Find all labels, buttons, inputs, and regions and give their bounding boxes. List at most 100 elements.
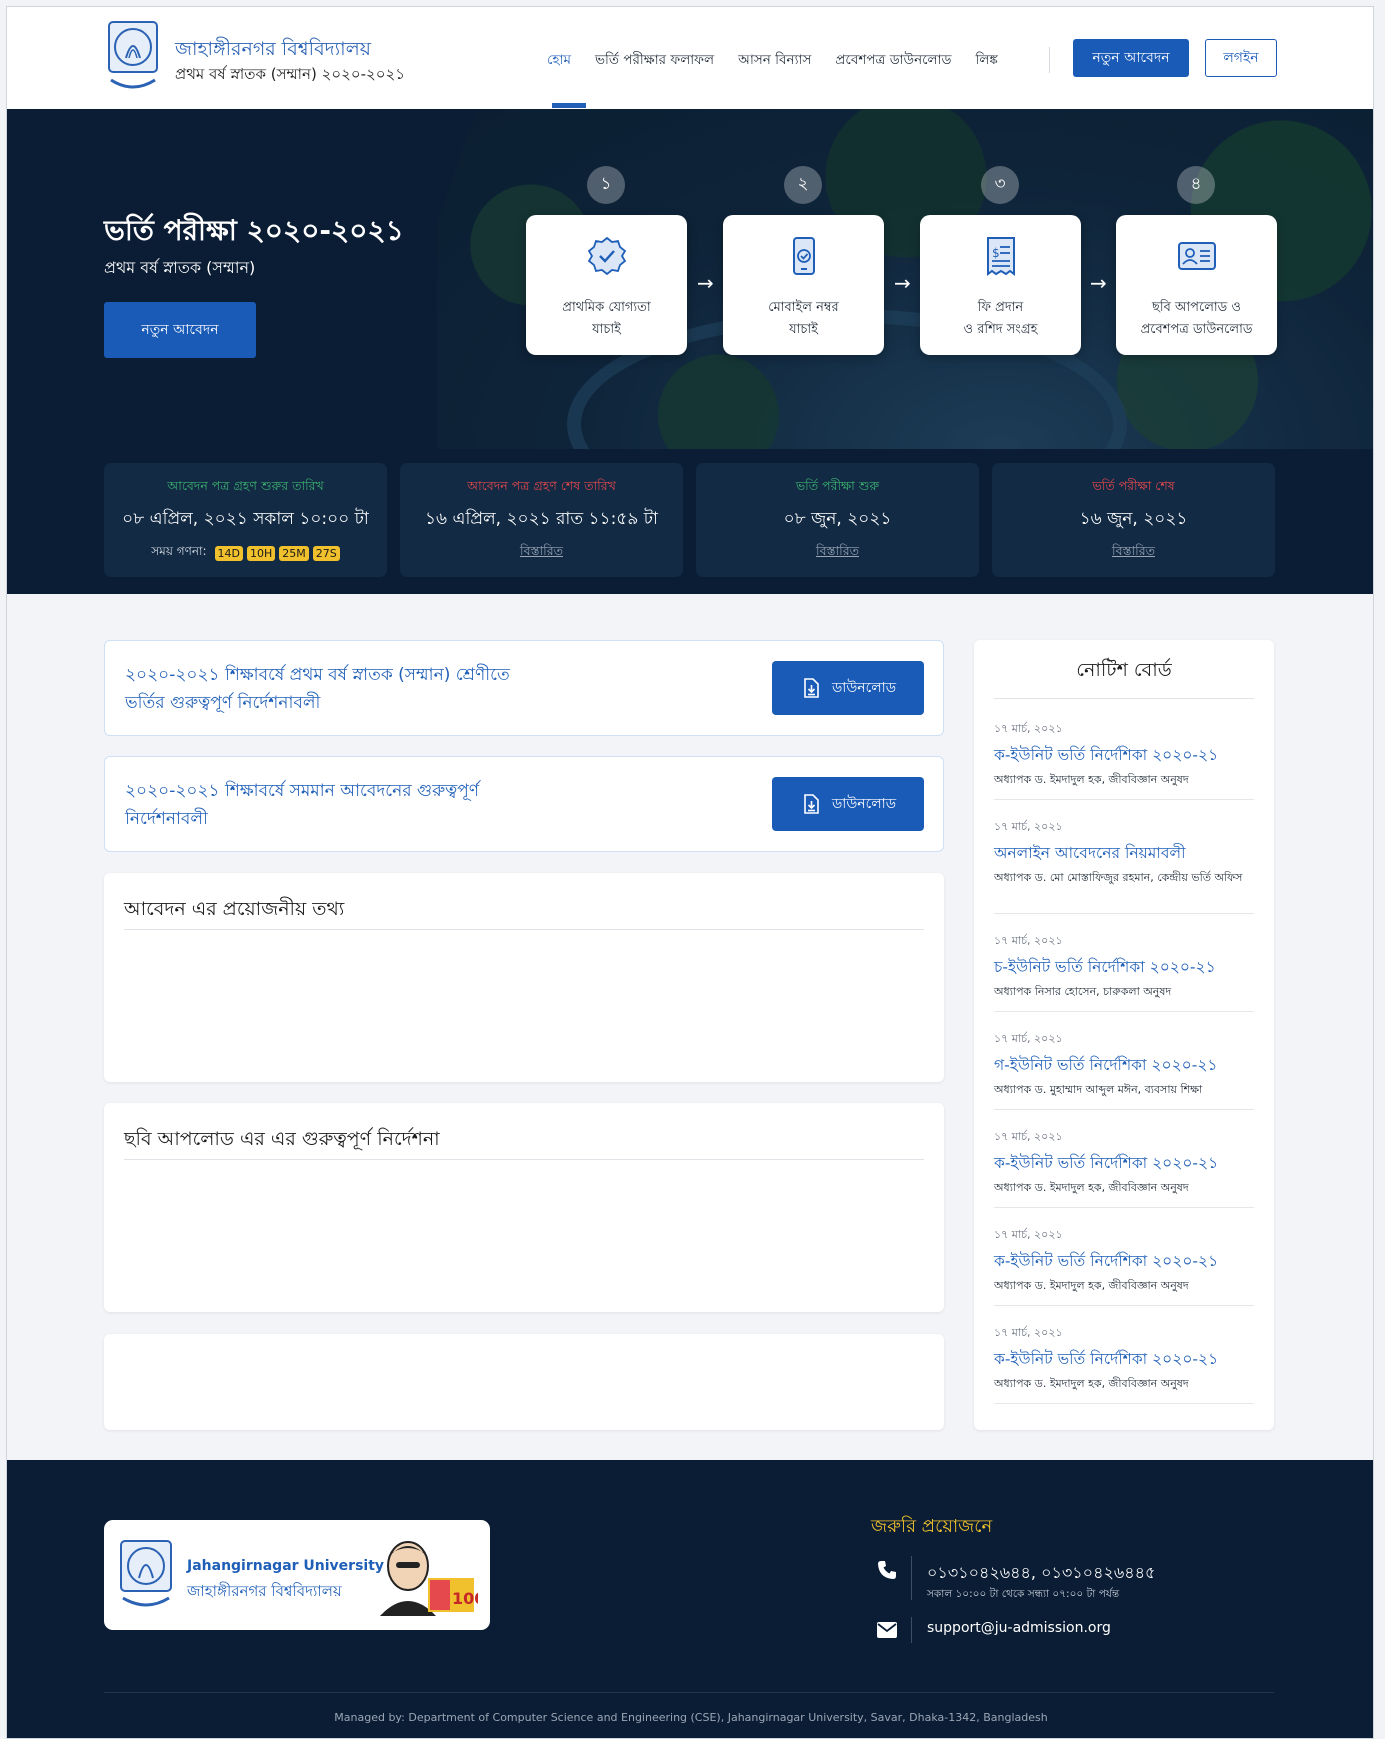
- notice-title[interactable]: ক-ইউনিট ভর্তি নির্দেশিকা ২০২০-২১: [994, 1151, 1254, 1177]
- notice-board-title: নোটিশ বোর্ড: [1076, 659, 1172, 681]
- hero-title: ভর্তি পরীক্ষা ২০২০-২০২১: [104, 214, 404, 247]
- footer-logo-box: Jahangirnagar University জাহাঙ্গীরনগর বি…: [104, 1520, 490, 1630]
- notice-title[interactable]: ক-ইউনিট ভর্তি নির্দেশিকা ২০২০-২১: [994, 1347, 1254, 1373]
- download-file-icon: [804, 794, 819, 814]
- divider: [994, 1011, 1254, 1012]
- date-label: আবেদন পত্র গ্রহণ শুরুর তারিখ: [167, 478, 324, 493]
- brand-subtitle: প্রথম বর্ষ স্নাতক (সম্মান) ২০২০-২০২১: [175, 65, 405, 83]
- download-title[interactable]: নির্দেশনাবলী: [125, 809, 208, 829]
- divider: [124, 929, 924, 930]
- notice-date: ১৭ মার্চ, ২০২১: [994, 1326, 1063, 1339]
- divider: [994, 1109, 1254, 1110]
- countdown-label: সময় গণনা:: [151, 544, 207, 558]
- divider: [994, 1207, 1254, 1208]
- countdown-hours: 10H: [246, 545, 276, 561]
- divider: [124, 1159, 924, 1160]
- nav-links[interactable]: লিঙ্ক: [975, 49, 997, 72]
- hero-diagonal: [357, 109, 477, 449]
- download-title[interactable]: ২০২০-২০২১ শিক্ষাবর্ষে প্রথম বর্ষ স্নাতক …: [125, 665, 510, 685]
- mobile-check-icon: [793, 237, 815, 275]
- date-card-exam-end: ভর্তি পরীক্ষা শেষ ১৬ জুন, ২০২১ বিস্তারিত: [992, 463, 1275, 577]
- notice-item[interactable]: ১৭ মার্চ, ২০২১ অনলাইন আবেদনের নিয়মাবলী …: [994, 818, 1254, 914]
- svg-text:$: $: [992, 246, 1000, 260]
- date-card-apply-end: আবেদন পত্র গ্রহণ শেষ তারিখ ১৬ এপ্রিল, ২০…: [400, 463, 683, 577]
- new-application-button[interactable]: নতুন আবেদন: [1073, 39, 1189, 77]
- download-button[interactable]: ডাউনলোড: [772, 661, 924, 715]
- notice-date: ১৭ মার্চ, ২০২১: [994, 934, 1063, 947]
- countdown-days: 14D: [214, 545, 243, 561]
- notice-title[interactable]: অনলাইন আবেদনের নিয়মাবলী: [994, 841, 1254, 867]
- footer-logo-bn: জাহাঙ্গীরনগর বিশ্ববিদ্যালয়: [187, 1582, 342, 1600]
- notice-item[interactable]: ১৭ মার্চ, ২০২১ চ-ইউনিট ভর্তি নির্দেশিকা …: [994, 932, 1254, 1012]
- notice-date: ১৭ মার্চ, ২০২১: [994, 1228, 1063, 1241]
- step-number: ২: [784, 166, 822, 204]
- notice-item[interactable]: ১৭ মার্চ, ২০২১ ক-ইউনিট ভর্তি নির্দেশিকা …: [994, 1128, 1254, 1208]
- step-card-fee[interactable]: $ ফি প্রদান ও রশিদ সংগ্রহ: [920, 215, 1081, 355]
- footer: Jahangirnagar University জাহাঙ্গীরনগর বি…: [7, 1460, 1373, 1738]
- download-title[interactable]: ভর্তির গুরুত্বপূর্ণ নির্দেশনাবলী: [125, 693, 320, 713]
- svg-text:100: 100: [452, 1589, 478, 1608]
- contact-phone[interactable]: ০১৩১০৪২৬৪৪, ০১৩১০৪২৬৪৪৫: [927, 1560, 1155, 1587]
- countdown-minutes: 25M: [279, 545, 309, 561]
- notice-item[interactable]: ১৭ মার্চ, ২০২১ ক-ইউনিট ভর্তি নির্দেশিকা …: [994, 1324, 1254, 1404]
- step-card-admit-card[interactable]: ছবি আপলোড ও প্রবেশপত্র ডাউনলোড: [1116, 215, 1277, 355]
- footer-logo-en: Jahangirnagar University: [187, 1558, 385, 1574]
- notice-board: নোটিশ বোর্ড ১৭ মার্চ, ২০২১ ক-ইউনিট ভর্তি…: [974, 640, 1274, 1430]
- notice-item[interactable]: ১৭ মার্চ, ২০২১ ক-ইউনিট ভর্তি নির্দেশিকা …: [994, 1226, 1254, 1306]
- divider: [994, 1305, 1254, 1306]
- page-frame: জাহাঙ্গীরনগর বিশ্ববিদ্যালয় প্রথম বর্ষ স…: [6, 6, 1374, 1739]
- photo-upload-card: ছবি আপলোড এর এর গুরুত্বপূর্ণ নির্দেশনা: [104, 1103, 944, 1312]
- date-value: ০৮ জুন, ২০২১: [783, 509, 892, 529]
- notice-item[interactable]: ১৭ মার্চ, ২০২১ গ-ইউনিট ভর্তি নির্দেশিকা …: [994, 1030, 1254, 1110]
- card-heading: আবেদন এর প্রয়োজনীয় তথ্য: [124, 898, 345, 920]
- contact-email[interactable]: support@ju-admission.org: [927, 1620, 1111, 1636]
- emergency-contact-title: জরুরি প্রয়োজনে: [871, 1516, 993, 1537]
- step-card-mobile[interactable]: মোবাইল নম্বর যাচাই: [723, 215, 884, 355]
- details-link[interactable]: বিস্তারিত: [400, 543, 683, 563]
- step-number: ৪: [1177, 166, 1215, 204]
- notice-date: ১৭ মার্চ, ২০২১: [994, 1130, 1063, 1143]
- notice-title[interactable]: গ-ইউনিট ভর্তি নির্দেশিকা ২০২০-২১: [994, 1053, 1254, 1079]
- details-link[interactable]: বিস্তারিত: [992, 543, 1275, 563]
- nav-divider: [1049, 47, 1050, 73]
- notice-title[interactable]: ক-ইউনিট ভর্তি নির্দেশিকা ২০২০-২১: [994, 743, 1254, 769]
- step-label: মোবাইল নম্বর: [768, 300, 839, 315]
- date-card-exam-start: ভর্তি পরীক্ষা শুরু ০৮ জুন, ২০২১ বিস্তারি…: [696, 463, 979, 577]
- notice-title[interactable]: ক-ইউনিট ভর্তি নির্দেশিকা ২০২০-২১: [994, 1249, 1254, 1275]
- download-title[interactable]: ২০২০-২০২১ শিক্ষাবর্ষে সমমান আবেদনের গুরু…: [125, 781, 479, 801]
- date-value: ১৬ এপ্রিল, ২০২১ রাত ১১:৫৯ টা: [425, 509, 658, 529]
- notice-title[interactable]: চ-ইউনিট ভর্তি নির্দেশিকা ২০২০-২১: [994, 955, 1254, 981]
- login-button[interactable]: লগইন: [1205, 39, 1277, 77]
- download-button[interactable]: ডাউনলোড: [772, 777, 924, 831]
- notice-author: অধ্যাপক নিসার হোসেন, চারুকলা অনুষদ: [994, 985, 1172, 998]
- main-nav: হোম ভর্তি পরীক্ষার ফলাফল আসন বিন্যাস প্র…: [547, 49, 1022, 72]
- step-label: যাচাই: [789, 322, 818, 337]
- step-label: প্রবেশপত্র ডাউনলোড: [1140, 322, 1253, 337]
- notice-date: ১৭ মার্চ, ২০২১: [994, 820, 1063, 833]
- hero-apply-button[interactable]: নতুন আবেদন: [104, 302, 256, 358]
- details-link[interactable]: বিস্তারিত: [696, 543, 979, 563]
- divider: [994, 1403, 1254, 1404]
- important-dates: আবেদন পত্র গ্রহণ শুরুর তারিখ ০৮ এপ্রিল, …: [7, 449, 1373, 594]
- verified-badge-icon: [587, 236, 627, 276]
- university-logo[interactable]: [107, 20, 159, 97]
- step-label: ও রশিদ সংগ্রহ: [963, 322, 1038, 337]
- mujib-100-logo: 100: [380, 1541, 478, 1616]
- nav-seat-plan[interactable]: আসন বিন্যাস: [738, 49, 811, 72]
- nav-home[interactable]: হোম: [547, 49, 571, 72]
- divider: [911, 1556, 912, 1600]
- download-label: ডাউনলোড: [831, 796, 897, 812]
- step-label: ছবি আপলোড ও: [1152, 300, 1241, 315]
- id-card-icon: [1178, 242, 1216, 270]
- notice-item[interactable]: ১৭ মার্চ, ২০২১ ক-ইউনিট ভর্তি নির্দেশিকা …: [994, 720, 1254, 800]
- countdown-seconds: 27S: [312, 545, 340, 561]
- nav-results[interactable]: ভর্তি পরীক্ষার ফলাফল: [595, 49, 714, 72]
- arrow-right-icon: →: [697, 271, 714, 295]
- nav-admit-card[interactable]: প্রবেশপত্র ডাউনলোড: [835, 49, 951, 72]
- notice-author: অধ্যাপক ড. ইমদাদুল হক, জীববিজ্ঞান অনুষদ: [994, 1181, 1189, 1194]
- card-heading: ছবি আপলোড এর এর গুরুত্বপূর্ণ নির্দেশনা: [124, 1128, 440, 1150]
- download-card: ২০২০-২০২১ শিক্ষাবর্ষে সমমান আবেদনের গুরু…: [104, 756, 944, 852]
- active-nav-indicator: [552, 103, 586, 108]
- step-card-eligibility[interactable]: প্রাথমিক যোগ্যতা যাচাই: [526, 215, 687, 355]
- date-label: আবেদন পত্র গ্রহণ শেষ তারিখ: [467, 478, 616, 493]
